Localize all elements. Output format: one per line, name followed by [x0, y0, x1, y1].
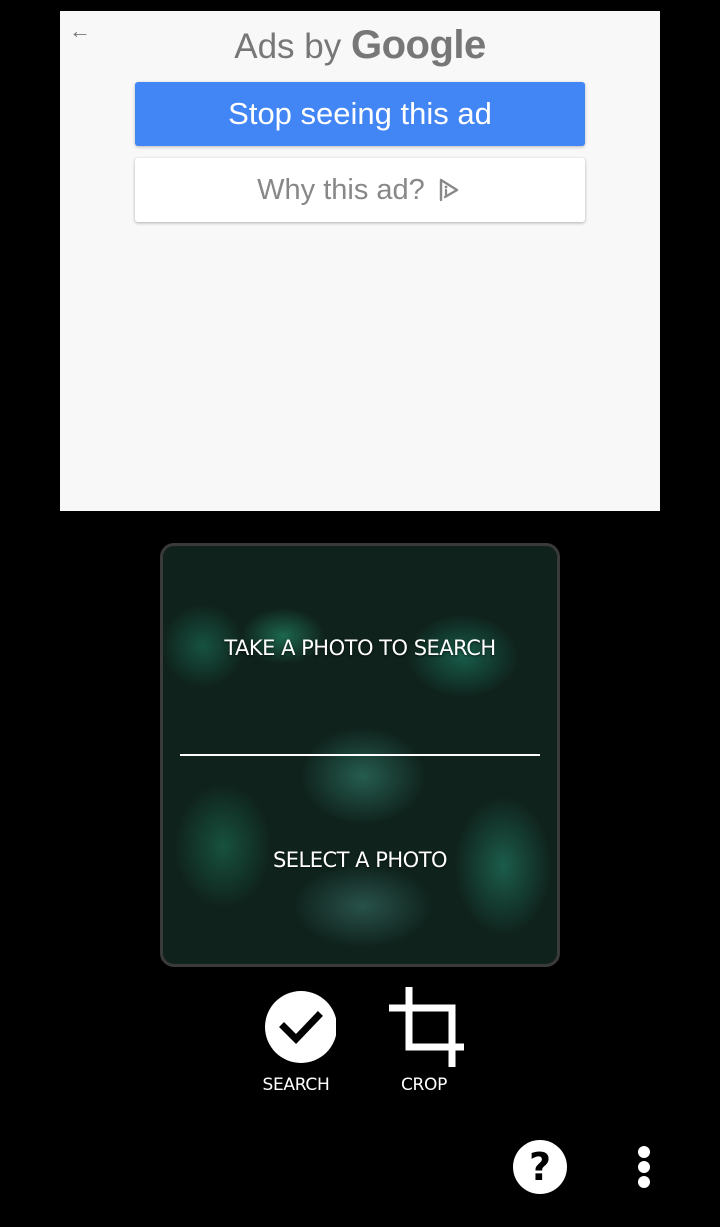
crop-icon	[389, 987, 464, 1067]
card-divider	[180, 754, 540, 756]
ads-by-label: Ads by	[234, 27, 342, 66]
more-options-button[interactable]	[630, 1140, 658, 1194]
why-this-ad-button[interactable]: Why this ad?	[135, 158, 585, 222]
search-button[interactable]: SEARCH	[251, 987, 341, 1095]
google-logo-text: Google	[350, 23, 486, 67]
crop-label: CROP	[400, 1075, 448, 1095]
crop-button[interactable]: CROP	[379, 987, 469, 1095]
ad-panel: ← Ads by Google Stop seeing this ad Why …	[60, 11, 660, 511]
why-this-ad-label: Why this ad?	[257, 173, 425, 206]
check-circle-icon	[265, 991, 336, 1063]
take-photo-option[interactable]: TAKE A PHOTO TO SEARCH	[163, 636, 557, 660]
ads-by-google-title: Ads by Google	[60, 23, 660, 69]
adchoices-icon	[439, 178, 459, 202]
search-label: SEARCH	[262, 1075, 330, 1095]
photo-source-card: TAKE A PHOTO TO SEARCH SELECT A PHOTO	[160, 543, 560, 967]
select-photo-option[interactable]: SELECT A PHOTO	[163, 848, 557, 872]
stop-seeing-ad-button[interactable]: Stop seeing this ad	[135, 82, 585, 146]
help-button[interactable]: ?	[513, 1140, 567, 1194]
help-circle-icon: ?	[528, 1145, 552, 1189]
